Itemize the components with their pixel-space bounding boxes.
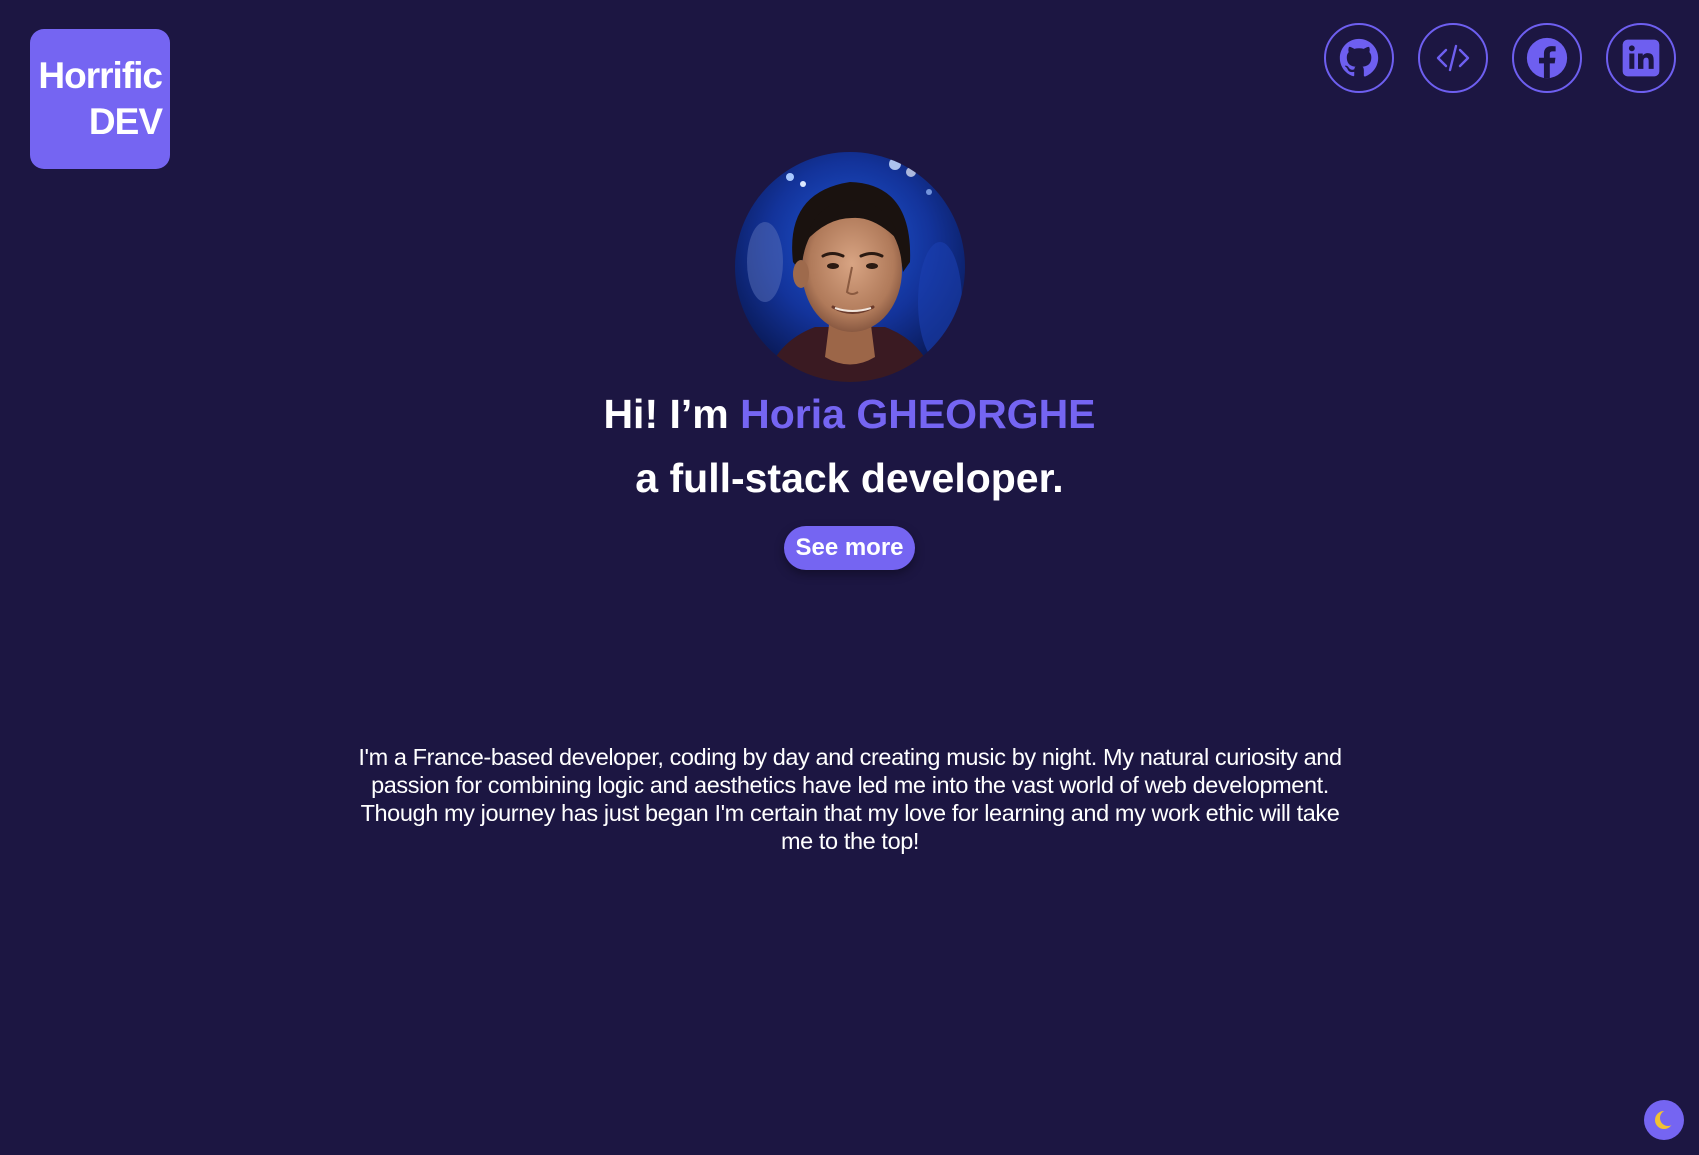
hero-name: Horia GHEORGHE — [740, 391, 1096, 437]
code-icon — [1436, 44, 1470, 72]
facebook-link[interactable] — [1512, 23, 1582, 93]
social-links — [1324, 23, 1676, 93]
github-link[interactable] — [1324, 23, 1394, 93]
greeting-prefix: Hi! I’m — [603, 391, 741, 437]
about-text: I'm a France-based developer, coding by … — [358, 744, 1342, 854]
hero-role: a full-stack developer. — [635, 455, 1064, 501]
site-logo[interactable]: Horrific DEV — [30, 29, 170, 169]
logo-line-1: Horrific — [38, 55, 163, 96]
linkedin-link[interactable] — [1606, 23, 1676, 93]
profile-avatar — [735, 152, 965, 382]
logo-line-2: DEV — [88, 101, 163, 142]
facebook-icon — [1526, 37, 1568, 79]
see-more-button[interactable]: See more — [784, 526, 915, 570]
github-icon — [1339, 38, 1379, 77]
code-link[interactable] — [1418, 23, 1488, 93]
hero-greeting: Hi! I’m Horia GHEORGHE — [0, 386, 1699, 442]
moon-icon — [1655, 1110, 1675, 1129]
linkedin-icon — [1622, 39, 1660, 77]
theme-toggle-button[interactable] — [1644, 1100, 1684, 1140]
